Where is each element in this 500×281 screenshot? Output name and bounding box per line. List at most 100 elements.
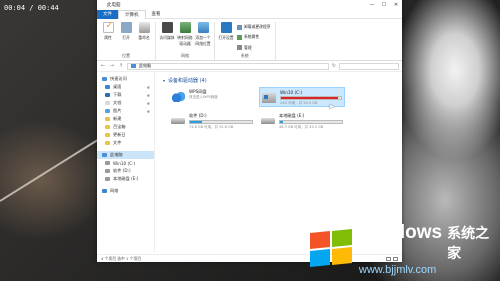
sidebar-item-label: 图片 xyxy=(113,108,122,113)
picture-icon xyxy=(105,109,110,113)
system-actions-list: 卸载或更改程序 系统属性 管理 xyxy=(235,22,273,53)
pin-icon: ✱ xyxy=(146,92,150,98)
folder-icon xyxy=(105,117,110,121)
sidebar-item-label: 文件 xyxy=(113,140,122,145)
ribbon-group-location: 属性 打开 重命名 位置 xyxy=(97,21,156,60)
group-name-network: 网络 xyxy=(181,53,189,58)
manage-label: 管理 xyxy=(244,44,252,50)
window-title: 此电脑 xyxy=(107,3,121,8)
uninstall-icon xyxy=(237,24,242,30)
desktop-icon xyxy=(105,85,110,89)
address-path: 此电脑 xyxy=(139,63,151,68)
pin-icon: ✱ xyxy=(146,100,150,106)
pin-icon: ✱ xyxy=(146,84,150,90)
open-settings-button[interactable]: 打开设置 xyxy=(217,22,235,53)
star-icon xyxy=(102,77,107,81)
devices-section-header[interactable]: ▾ 设备和驱动器 (4) xyxy=(163,77,402,84)
ribbon-tabs: 文件 计算机 查看 xyxy=(97,9,402,19)
sidebar-item-folder-toolbox[interactable]: 百宝箱 xyxy=(97,123,154,131)
address-bar: ← → ↑ 此电脑 ↻ xyxy=(97,61,402,72)
sidebar-item-label: 百宝箱 xyxy=(113,124,126,129)
chevron-down-icon: ▾ xyxy=(163,78,166,83)
sidebar-item-folder-new[interactable]: 新建 xyxy=(97,115,154,123)
brand-name: Windows xyxy=(358,222,443,243)
drive-usage-fill xyxy=(281,97,338,99)
hard-drive-icon xyxy=(261,118,275,124)
tab-view[interactable]: 查看 xyxy=(146,10,167,19)
sidebar-item-drive-d[interactable]: 软件 (D:) xyxy=(97,167,154,175)
status-text: 4 个项目 选中 1 个项目 xyxy=(101,255,142,261)
properties-label: 属性 xyxy=(104,35,112,40)
sidebar-item-folder-files[interactable]: 文件 xyxy=(97,139,154,147)
network-location-icon xyxy=(197,22,209,33)
sidebar-item-label: Win10 (C:) xyxy=(113,160,136,166)
sidebar-item-desktop[interactable]: 桌面 ✱ xyxy=(97,83,154,91)
access-media-label: 访问媒体 xyxy=(159,35,175,40)
map-drive-button[interactable]: 映射网络驱动器 xyxy=(176,22,194,53)
close-button[interactable]: ✕ xyxy=(390,2,402,8)
section-title: 设备和驱动器 (4) xyxy=(168,78,207,84)
rename-label: 重命名 xyxy=(138,35,150,40)
sidebar-item-label: 新建 xyxy=(113,116,122,121)
brand-cn-name: 系统之家 xyxy=(447,226,490,262)
refresh-button[interactable]: ↻ xyxy=(332,63,336,69)
drive-icon xyxy=(105,169,110,173)
tab-file[interactable]: 文件 xyxy=(97,9,118,19)
drive-name: 本地磁盘 (E:) xyxy=(279,113,305,118)
sidebar-item-label: 此电脑 xyxy=(110,152,123,157)
sidebar-item-label: 桌面 xyxy=(113,84,122,89)
drive-d[interactable]: 软件 (D:) 74.8 GB 可用，共 91.6 GB xyxy=(169,111,255,131)
sidebar-item-pictures[interactable]: 图片 ✱ xyxy=(97,107,154,115)
folder-icon xyxy=(105,125,110,129)
computer-icon xyxy=(102,153,107,157)
drive-e[interactable]: 本地磁盘 (E:) 48.3 GB 可用，共 49.2 GB xyxy=(259,111,345,131)
document-icon xyxy=(105,101,110,105)
sidebar-item-network[interactable]: 网络 xyxy=(97,187,154,195)
windows-logo-icon xyxy=(306,228,355,270)
sidebar-item-documents[interactable]: 文档 ✱ xyxy=(97,99,154,107)
sidebar-item-drive-e[interactable]: 本地磁盘 (E:) xyxy=(97,175,154,183)
forward-button[interactable]: → xyxy=(109,63,115,69)
drive-wps-cloud[interactable]: WPS网盘 双击进入WPS网盘 xyxy=(169,87,255,107)
drive-name: 软件 (D:) xyxy=(189,113,207,118)
add-network-location-button[interactable]: 添加一个网络位置 xyxy=(194,22,212,53)
back-button[interactable]: ← xyxy=(100,63,106,69)
drive-usage-bar xyxy=(280,96,342,100)
folder-icon xyxy=(105,141,110,145)
properties-button[interactable]: 属性 xyxy=(99,21,117,53)
address-field[interactable]: 此电脑 xyxy=(127,62,329,70)
sidebar-item-label: 软件 (D:) xyxy=(113,168,131,173)
system-properties-button[interactable]: 系统属性 xyxy=(237,34,271,40)
sidebar-item-label: 网络 xyxy=(110,188,119,193)
maximize-button[interactable]: ☐ xyxy=(378,2,390,8)
drive-icon xyxy=(105,177,110,181)
video-timer: 00:04 / 00:44 xyxy=(4,4,59,12)
drive-usage-fill xyxy=(190,121,203,123)
ribbon-group-network: 访问媒体 映射网络驱动器 添加一个网络位置 网络 xyxy=(156,22,215,60)
manage-button[interactable]: 管理 xyxy=(237,45,271,51)
sidebar-item-folder-update[interactable]: 更新日 xyxy=(97,131,154,139)
open-button[interactable]: 打开 xyxy=(117,22,135,53)
sidebar-item-downloads[interactable]: 下载 ✱ xyxy=(97,91,154,99)
watermark-brand: Windows 系统之家 www.bjjmlv.com xyxy=(306,222,500,276)
system-properties-label: 系统属性 xyxy=(244,34,260,40)
sidebar-item-quick-access[interactable]: 快速访问 xyxy=(97,75,154,83)
drive-subtitle: 48.3 GB 可用，共 49.2 GB xyxy=(279,125,324,129)
up-button[interactable]: ↑ xyxy=(118,63,124,69)
network-drive-icon xyxy=(179,22,191,33)
sidebar-item-label: 下载 xyxy=(113,92,122,97)
access-media-button[interactable]: 访问媒体 xyxy=(158,22,176,53)
folder-icon xyxy=(105,133,110,137)
minimize-button[interactable]: — xyxy=(366,2,378,8)
window-controls: — ☐ ✕ xyxy=(366,2,402,8)
sidebar-item-this-pc[interactable]: 此电脑 xyxy=(97,151,154,159)
settings-icon xyxy=(220,22,232,33)
map-drive-label: 映射网络驱动器 xyxy=(177,35,193,46)
sidebar-item-drive-c[interactable]: Win10 (C:) xyxy=(97,159,154,167)
tab-computer[interactable]: 计算机 xyxy=(118,9,146,19)
uninstall-program-button[interactable]: 卸载或更改程序 xyxy=(237,24,271,30)
search-input[interactable] xyxy=(339,62,399,70)
rename-button[interactable]: 重命名 xyxy=(135,22,153,53)
rename-icon xyxy=(138,22,150,33)
properties-icon xyxy=(102,21,114,33)
